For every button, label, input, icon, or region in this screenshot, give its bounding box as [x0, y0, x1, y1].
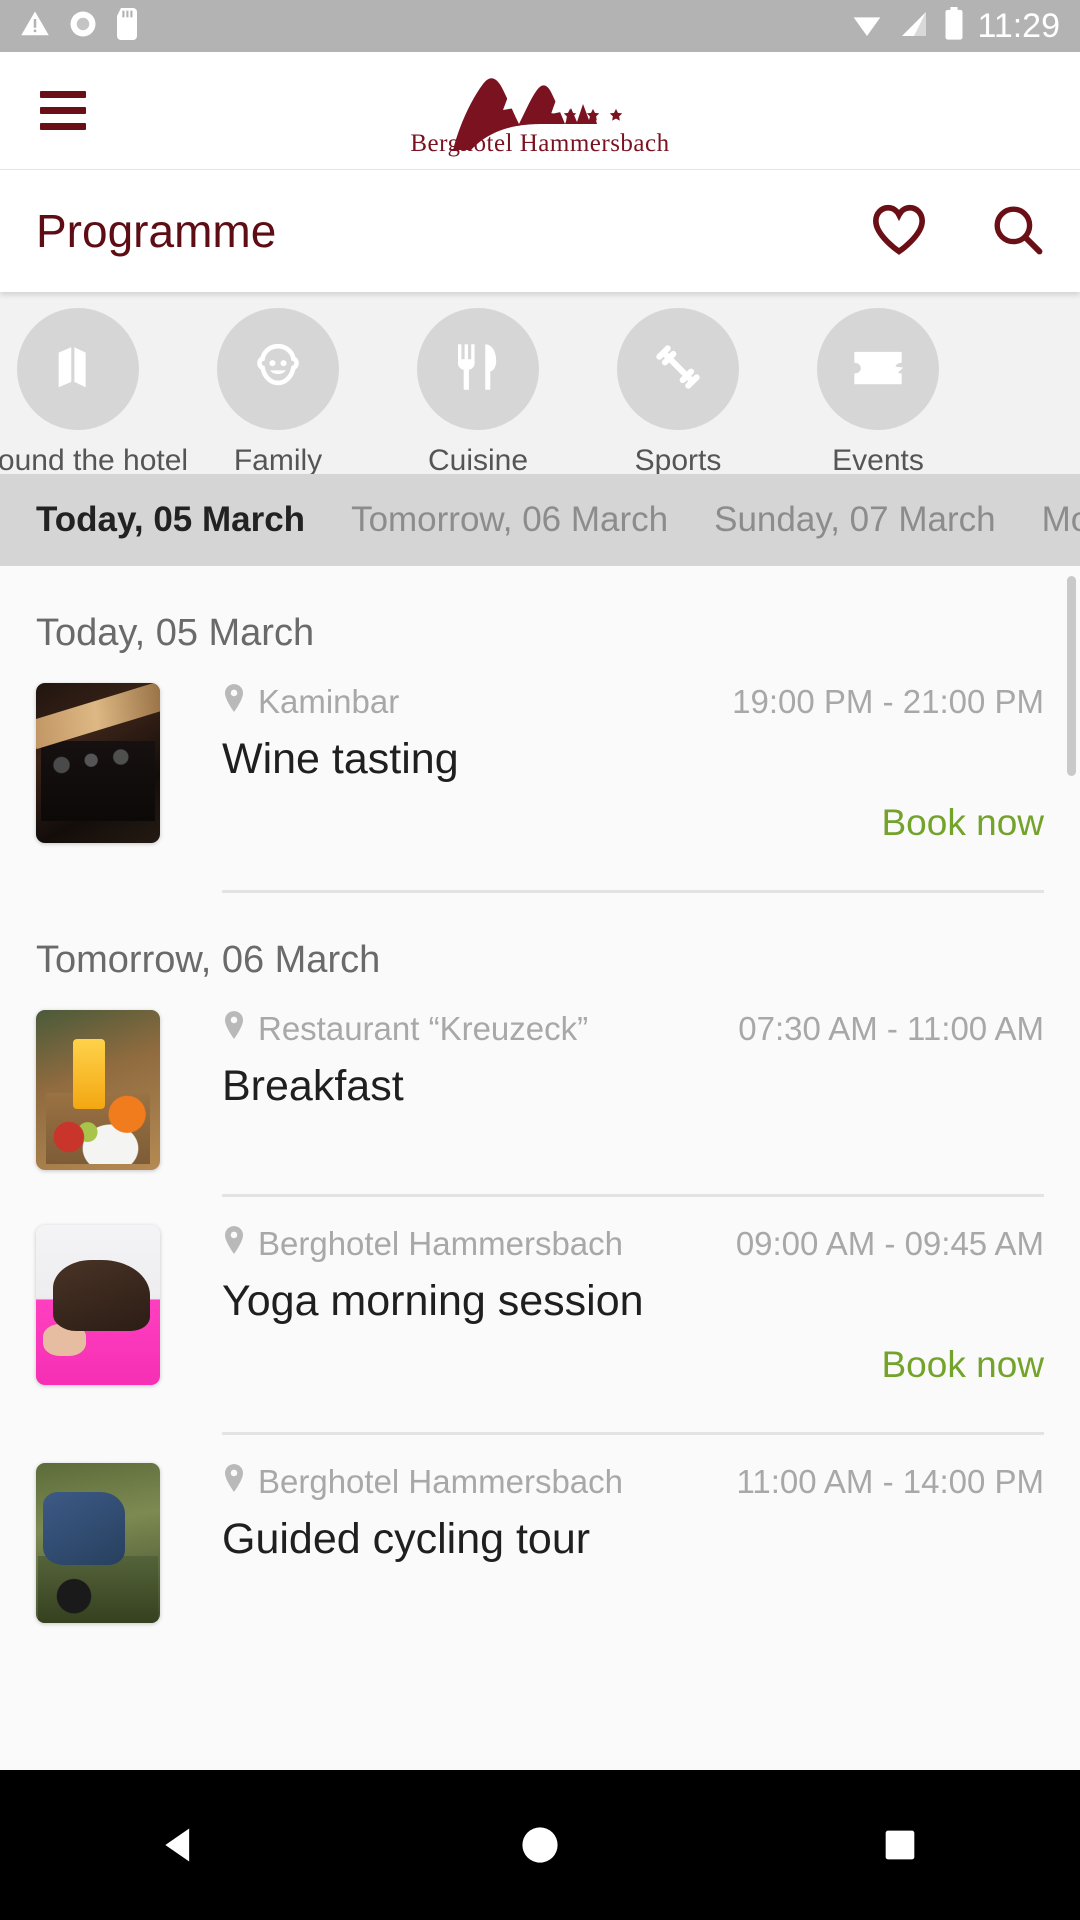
- warning-triangle-icon: [20, 9, 50, 44]
- event-location-text: Restaurant “Kreuzeck”: [258, 1010, 589, 1047]
- fork-knife-icon: [453, 339, 503, 400]
- dumbbell-icon: [650, 339, 706, 400]
- location-pin-icon: [222, 1225, 246, 1263]
- day-group-title: Tomorrow, 06 March: [36, 939, 381, 981]
- category-icon-bubble: [817, 308, 939, 430]
- signal-icon: [897, 8, 931, 45]
- event-time: 19:00 PM - 21:00 PM: [732, 683, 1044, 720]
- category-icon-bubble: [417, 308, 539, 430]
- event-location: Berghotel Hammersbach: [222, 1463, 623, 1501]
- date-tab-monday[interactable]: Monday, 08 March: [1042, 500, 1080, 540]
- heart-icon[interactable]: [870, 203, 928, 260]
- event-location: Restaurant “Kreuzeck”: [222, 1010, 588, 1048]
- page-title-bar: Programme: [0, 170, 1080, 292]
- page-title: Programme: [36, 205, 277, 257]
- event-title: Guided cycling tour: [222, 1515, 591, 1563]
- category-item-events[interactable]: Events: [778, 308, 978, 474]
- category-icon-bubble: [217, 308, 339, 430]
- location-pin-icon: [222, 683, 246, 721]
- category-label: Sports: [634, 444, 722, 474]
- back-triangle-icon[interactable]: [105, 1823, 255, 1867]
- status-bar-left-icons: [20, 7, 142, 45]
- thumbnail-breakfast-table[interactable]: [36, 1010, 160, 1170]
- programme-row[interactable]: Berghotel Hammersbach 09:00 AM - 09:45 A…: [0, 1197, 1080, 1408]
- recents-square-icon[interactable]: [825, 1825, 975, 1865]
- date-tab-strip[interactable]: Today, 05 March Tomorrow, 06 March Sunda…: [0, 474, 1080, 566]
- brand-logo: Berghotel Hammersbach: [0, 52, 1080, 169]
- android-status-bar: 11:29: [0, 0, 1080, 52]
- hamburger-menu-icon[interactable]: [40, 91, 86, 130]
- programme-row[interactable]: Restaurant “Kreuzeck” 07:30 AM - 11:00 A…: [0, 982, 1080, 1170]
- vertical-scrollbar[interactable]: [1067, 576, 1076, 776]
- wifi-icon: [849, 8, 885, 45]
- day-group: Today, 05 March Kaminbar 19:00 PM - 21:0…: [0, 566, 1080, 893]
- event-title: Yoga morning session: [222, 1277, 644, 1325]
- logo-wordmark: Berghotel Hammersbach: [410, 129, 670, 157]
- category-label: Around the hotel: [0, 444, 189, 474]
- day-group: Tomorrow, 06 March Restaurant “Kreuzeck”…: [0, 893, 1080, 1623]
- category-icon-bubble: [17, 308, 139, 430]
- programme-row[interactable]: Kaminbar 19:00 PM - 21:00 PM Wine tastin…: [0, 655, 1080, 866]
- app-header: Berghotel Hammersbach: [0, 52, 1080, 170]
- thumbnail-cycling-forest[interactable]: [36, 1463, 160, 1623]
- category-item-cuisine[interactable]: Cuisine: [378, 308, 578, 474]
- event-title: Wine tasting: [222, 735, 459, 783]
- event-location: Berghotel Hammersbach: [222, 1225, 623, 1263]
- category-item-sports[interactable]: Sports: [578, 308, 778, 474]
- event-time: 07:30 AM - 11:00 AM: [738, 1010, 1044, 1047]
- record-circle-icon: [68, 9, 98, 44]
- date-tab-tomorrow[interactable]: Tomorrow, 06 March: [351, 500, 668, 540]
- category-label: Cuisine: [427, 444, 529, 474]
- category-label: Events: [832, 444, 924, 474]
- category-item-around-the-hotel[interactable]: Around the hotel: [0, 308, 188, 474]
- event-location: Kaminbar: [222, 683, 399, 721]
- book-now-button[interactable]: Book now: [222, 802, 1045, 844]
- category-item-family[interactable]: Family: [178, 308, 378, 474]
- day-group-title: Today, 05 March: [36, 612, 315, 654]
- child-face-icon: [249, 338, 307, 401]
- map-icon: [51, 340, 105, 399]
- search-icon[interactable]: [990, 202, 1044, 261]
- event-location-text: Berghotel Hammersbach: [258, 1225, 623, 1262]
- event-time: 11:00 AM - 14:00 PM: [736, 1463, 1044, 1500]
- thumbnail-wine-bottles[interactable]: [36, 683, 160, 843]
- status-bar-right-icons: 11:29: [849, 6, 1060, 46]
- programme-row[interactable]: Berghotel Hammersbach 11:00 AM - 14:00 P…: [0, 1435, 1080, 1623]
- category-label: Family: [233, 444, 323, 474]
- ticket-star-icon: [850, 341, 906, 398]
- category-icon-bubble: [617, 308, 739, 430]
- battery-icon: [943, 6, 965, 46]
- mountain-logo-icon: [425, 64, 655, 150]
- sd-card-icon: [116, 7, 142, 45]
- event-title: Breakfast: [222, 1062, 404, 1110]
- event-location-text: Berghotel Hammersbach: [258, 1463, 623, 1500]
- book-now-button[interactable]: Book now: [222, 1344, 1045, 1386]
- location-pin-icon: [222, 1463, 246, 1501]
- category-filter-strip[interactable]: Around the hotel Family: [0, 292, 1080, 474]
- title-bar-actions: [870, 202, 1044, 261]
- date-tab-today[interactable]: Today, 05 March: [36, 500, 305, 540]
- home-circle-icon[interactable]: [465, 1823, 615, 1867]
- programme-list[interactable]: Today, 05 March Kaminbar 19:00 PM - 21:0…: [0, 566, 1080, 1770]
- android-navigation-bar[interactable]: [0, 1770, 1080, 1920]
- date-tab-sunday[interactable]: Sunday, 07 March: [714, 500, 995, 540]
- event-time: 09:00 AM - 09:45 AM: [735, 1225, 1044, 1262]
- location-pin-icon: [222, 1010, 246, 1048]
- status-bar-clock: 11:29: [977, 6, 1060, 45]
- event-location-text: Kaminbar: [258, 683, 400, 720]
- thumbnail-yoga-pink-mat[interactable]: [36, 1225, 160, 1385]
